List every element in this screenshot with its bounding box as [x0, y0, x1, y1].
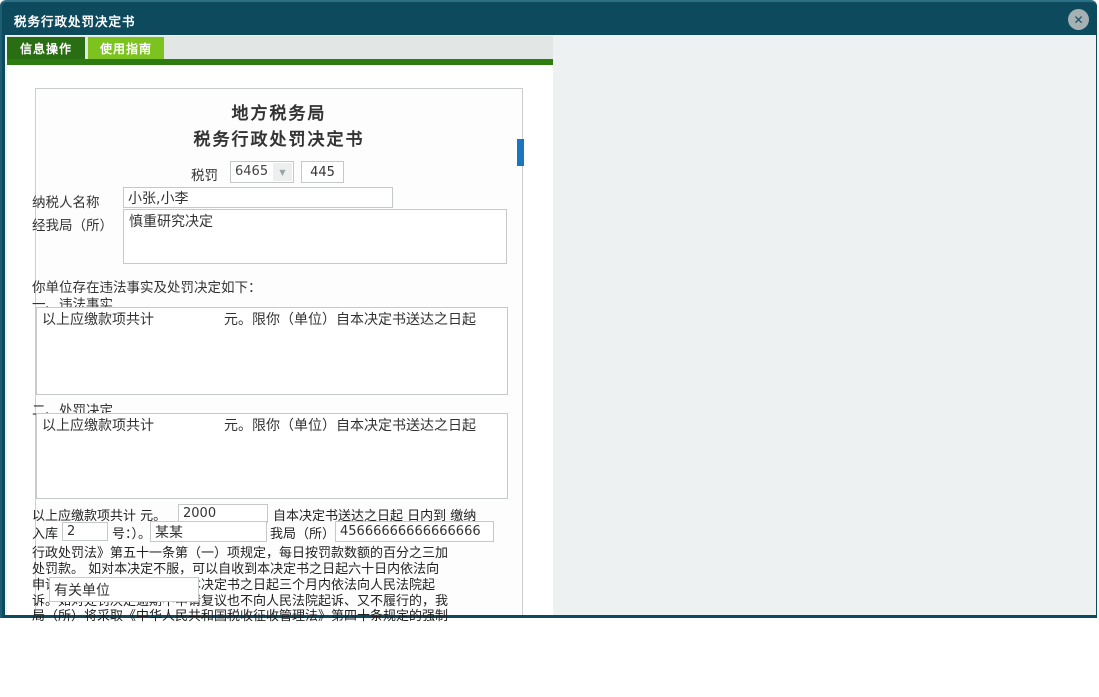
- footer-line2-b: 号：）。: [112, 523, 151, 542]
- penalty-decision-textarea[interactable]: 以上应缴款项共计 元。限你（单位）自本决定书送达之日起 日内到: [36, 413, 508, 499]
- bureau-textarea[interactable]: 慎重研究决定: [123, 209, 507, 264]
- form-heading-title: 税务行政处罚决定书: [35, 125, 523, 150]
- number-input[interactable]: [62, 522, 108, 541]
- footer-line7: 局（所）将采取《中华人民共和国税收征收管理法》第四十条规定的强制: [32, 605, 448, 624]
- chevron-down-icon[interactable]: ▼: [273, 163, 292, 181]
- doc-no-select-value: 6465: [235, 164, 273, 179]
- dialog-window: 税务行政处罚决定书 ✕ 信息操作 使用指南 地方税务局 税务行政处罚决定书 税罚…: [0, 0, 1097, 618]
- doc-no-input[interactable]: [301, 161, 344, 183]
- tab-user-guide[interactable]: 使用指南: [88, 37, 164, 59]
- unit-input[interactable]: [49, 577, 199, 602]
- tab-underline-strip: [7, 59, 553, 65]
- tab-info-operation[interactable]: 信息操作: [7, 37, 85, 59]
- violation-facts-textarea[interactable]: 以上应缴款项共计 元。限你（单位）自本决定书送达之日起 日内到: [36, 307, 508, 395]
- close-icon[interactable]: ✕: [1068, 9, 1089, 30]
- footer-line2-a: 入库: [32, 523, 58, 542]
- form-heading-bureau: 地方税务局: [35, 99, 523, 124]
- bureau-label: 经我局（所）: [32, 214, 113, 234]
- payee-input[interactable]: [150, 521, 267, 542]
- taxpayer-input[interactable]: [123, 187, 393, 208]
- dialog-title: 税务行政处罚决定书: [14, 11, 136, 30]
- taxpayer-label: 纳税人名称: [32, 191, 100, 211]
- page: 税务行政处罚决定书 ✕ 信息操作 使用指南 地方税务局 税务行政处罚决定书 税罚…: [0, 0, 1099, 697]
- doc-no-select[interactable]: 6465 ▼: [230, 161, 294, 183]
- account-input[interactable]: [335, 521, 494, 542]
